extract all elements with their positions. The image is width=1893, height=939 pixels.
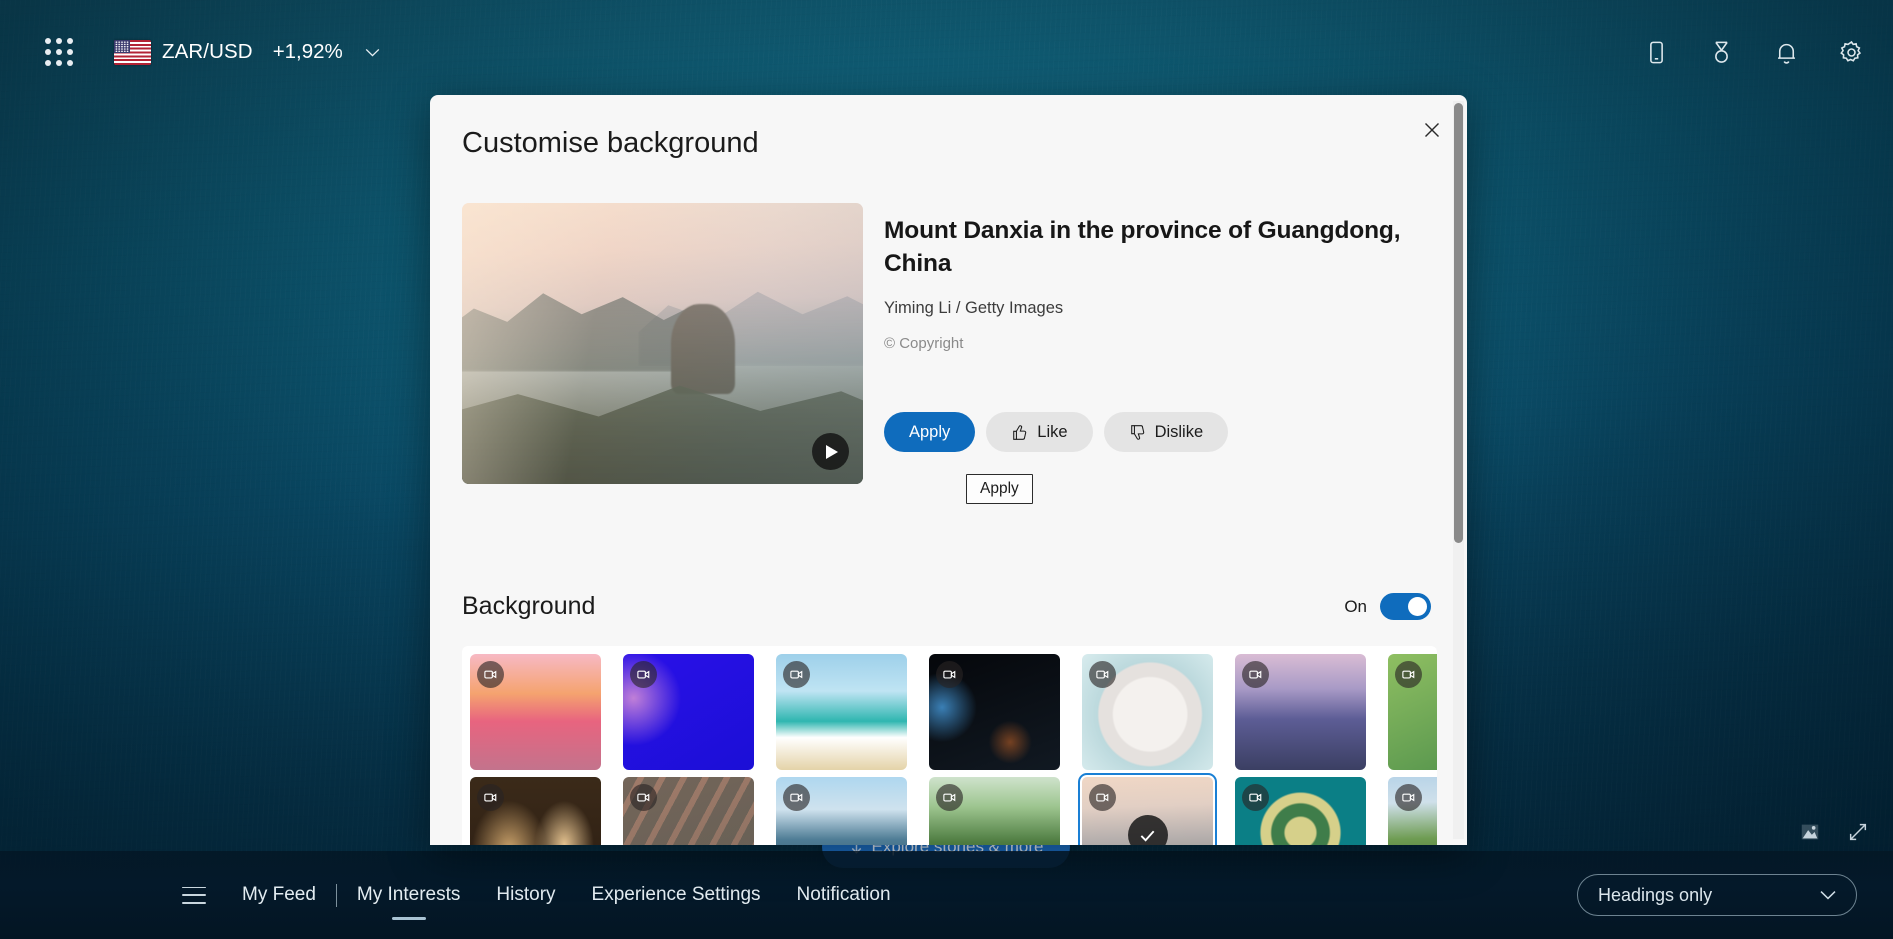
settings-icon[interactable] — [1838, 39, 1865, 66]
like-label: Like — [1037, 423, 1067, 442]
background-section-title: Background — [462, 592, 595, 621]
background-thumbnail-grid — [462, 646, 1437, 845]
us-flag-icon — [114, 40, 151, 65]
video-badge — [1395, 661, 1422, 688]
video-badge — [1242, 661, 1269, 688]
background-thumbnail-alpine-ridge[interactable] — [1388, 777, 1437, 845]
bottom-nav-links: My Feed My Interests History Experience Set… — [242, 878, 891, 912]
background-thumbnail-city-river[interactable] — [776, 777, 907, 845]
expand-icon[interactable] — [1847, 821, 1869, 843]
background-thumbnail-green-hills[interactable] — [929, 777, 1060, 845]
background-thumbnail-tropical-beach[interactable] — [776, 654, 907, 770]
video-badge — [936, 661, 963, 688]
customise-background-dialog: Customise background Mount Danxia in the… — [430, 95, 1467, 845]
video-badge — [783, 784, 810, 811]
background-thumbnail-blue-feather[interactable] — [623, 654, 754, 770]
nav-link-experience-settings[interactable]: Experience Settings — [592, 878, 761, 912]
notifications-icon[interactable] — [1773, 39, 1800, 66]
toggle-knob — [1408, 597, 1427, 616]
dislike-label: Dislike — [1155, 423, 1204, 442]
thumbs-down-icon — [1129, 424, 1146, 441]
app-launcher-waffle-icon[interactable] — [42, 35, 76, 69]
video-icon — [483, 790, 498, 805]
video-badge — [477, 784, 504, 811]
play-icon[interactable] — [812, 433, 849, 470]
video-icon — [483, 667, 498, 682]
video-icon — [1248, 667, 1263, 682]
background-thumbnail-aerial-highway[interactable] — [623, 777, 754, 845]
video-icon — [1401, 790, 1416, 805]
top-bar: ZAR/USD +1,92% — [0, 0, 1893, 104]
video-badge — [1242, 784, 1269, 811]
video-icon — [1095, 667, 1110, 682]
hamburger-menu-icon[interactable] — [182, 887, 206, 904]
thumbs-up-icon — [1011, 424, 1028, 441]
video-badge — [1395, 784, 1422, 811]
check-icon — [1138, 826, 1157, 845]
dialog-title: Customise background — [462, 127, 759, 160]
currency-ticker[interactable]: ZAR/USD +1,92% — [114, 40, 380, 65]
rewards-icon[interactable] — [1708, 39, 1735, 66]
background-thumbnail-purple-mountain-valley[interactable] — [1235, 654, 1366, 770]
video-icon — [636, 667, 651, 682]
video-icon — [1095, 790, 1110, 805]
dialog-scrollbar[interactable] — [1453, 101, 1464, 839]
nav-link-my-interests[interactable]: My Interests — [357, 878, 460, 912]
chevron-down-icon — [1820, 890, 1836, 900]
background-thumbnail-giraffes[interactable] — [470, 777, 601, 845]
video-badge — [783, 661, 810, 688]
nav-separator — [336, 884, 337, 907]
video-badge — [477, 661, 504, 688]
apply-tooltip: Apply — [966, 474, 1033, 504]
image-title: Mount Danxia in the province of Guangdon… — [884, 215, 1414, 280]
video-icon — [789, 667, 804, 682]
hero-section: Mount Danxia in the province of Guangdon… — [462, 203, 1414, 484]
nav-link-history[interactable]: History — [496, 878, 555, 912]
video-icon — [942, 790, 957, 805]
chevron-down-icon — [365, 48, 380, 57]
corner-icon-group — [1799, 821, 1869, 843]
video-badge — [1089, 661, 1116, 688]
hero-info: Mount Danxia in the province of Guangdon… — [884, 203, 1414, 484]
ticker-pair-label: ZAR/USD — [162, 40, 253, 64]
dislike-button[interactable]: Dislike — [1104, 412, 1229, 452]
ticker-change-label: +1,92% — [273, 40, 343, 64]
background-thumbnail-beach-pier-sunset[interactable] — [470, 654, 601, 770]
image-credit: Yiming Li / Getty Images — [884, 299, 1414, 318]
background-thumbnail-white-plates[interactable] — [1082, 654, 1213, 770]
video-icon — [789, 790, 804, 805]
selected-check-badge — [1128, 815, 1168, 845]
apply-button[interactable]: Apply — [884, 412, 975, 452]
like-button[interactable]: Like — [986, 412, 1092, 452]
view-mode-value: Headings only — [1598, 885, 1820, 906]
bottom-bar: My Feed My Interests History Experience Set… — [0, 851, 1893, 939]
video-icon — [1401, 667, 1416, 682]
nav-link-my-feed[interactable]: My Feed — [242, 878, 316, 912]
background-video-preview[interactable] — [462, 203, 863, 484]
background-thumbnail-circular-garden[interactable] — [1235, 777, 1366, 845]
action-button-row: Apply Like Dislike — [884, 412, 1414, 452]
edit-image-icon[interactable] — [1799, 821, 1821, 843]
video-icon — [636, 790, 651, 805]
background-thumbnail-mount-danxia[interactable] — [1082, 777, 1213, 845]
background-section-header: Background On — [462, 592, 1431, 621]
background-toggle-label: On — [1344, 597, 1367, 617]
preview-haze — [462, 203, 863, 484]
video-icon — [1248, 790, 1263, 805]
scrollbar-thumb[interactable] — [1454, 103, 1463, 543]
nav-link-notification[interactable]: Notification — [797, 878, 891, 912]
background-toggle[interactable] — [1380, 593, 1431, 620]
background-thumbnail-green-river-delta[interactable] — [1388, 654, 1437, 770]
copyright-label: © Copyright — [884, 335, 1414, 352]
close-icon[interactable] — [1415, 113, 1449, 147]
video-badge — [936, 784, 963, 811]
view-mode-dropdown[interactable]: Headings only — [1577, 874, 1857, 916]
video-badge — [1089, 784, 1116, 811]
video-icon — [942, 667, 957, 682]
top-bar-icons — [1643, 39, 1865, 66]
mobile-icon[interactable] — [1643, 39, 1670, 66]
background-thumbnail-earth-from-space[interactable] — [929, 654, 1060, 770]
video-badge — [630, 661, 657, 688]
video-badge — [630, 784, 657, 811]
